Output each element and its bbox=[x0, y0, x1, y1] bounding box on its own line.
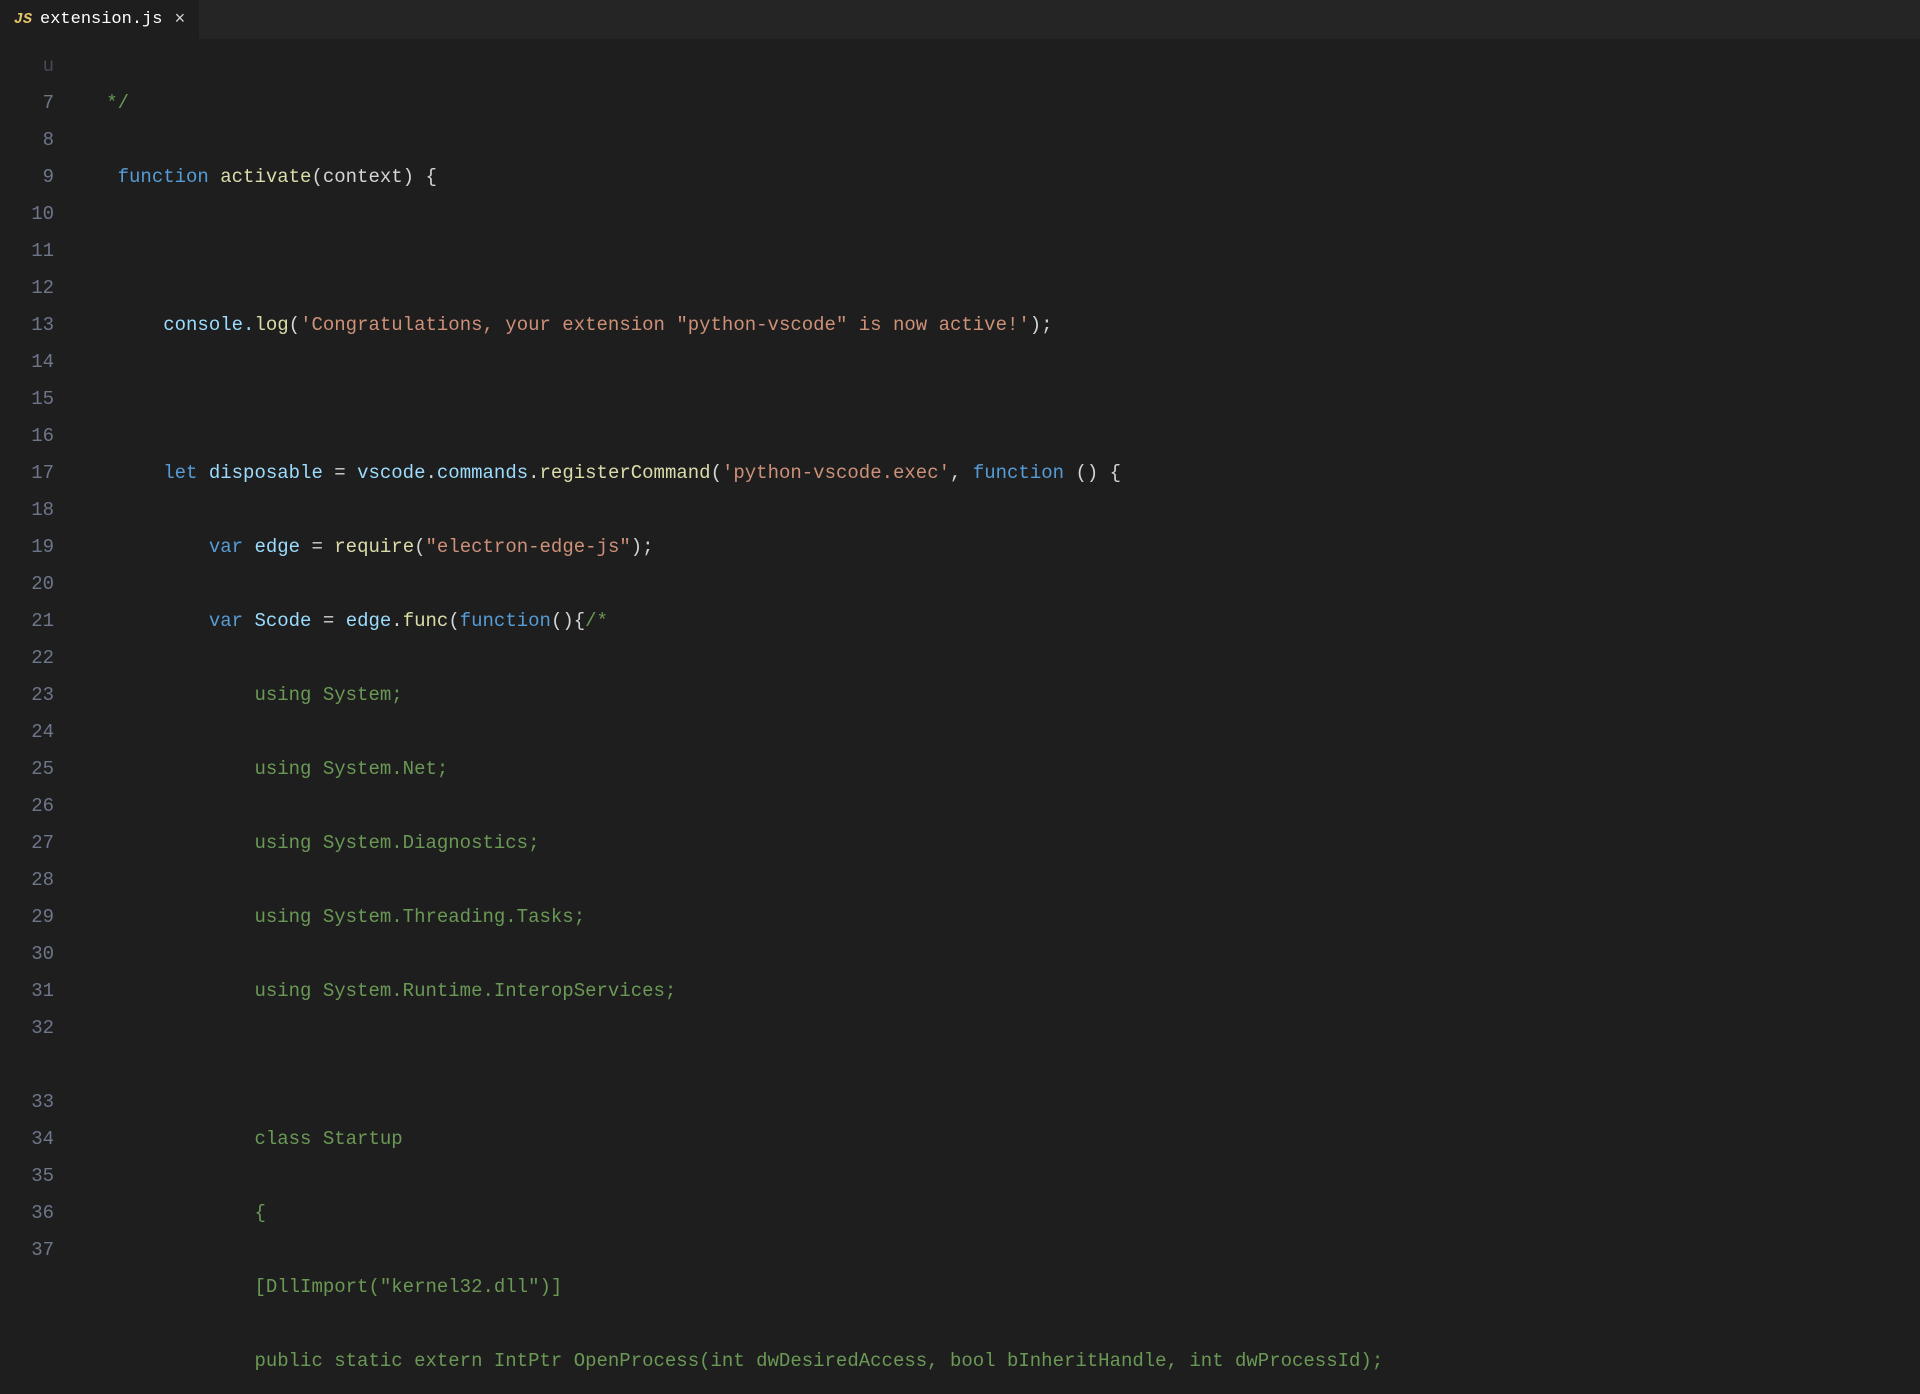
code-line: using System; bbox=[72, 677, 1920, 714]
line-number: 31 bbox=[0, 973, 54, 1010]
tab-filename: extension.js bbox=[40, 10, 162, 29]
code-line bbox=[72, 1047, 1920, 1084]
code-line: console.log('Congratulations, your exten… bbox=[72, 307, 1920, 344]
code-line: var edge = require("electron-edge-js"); bbox=[72, 529, 1920, 566]
code-line: { bbox=[72, 1195, 1920, 1232]
code-line: using System.Diagnostics; bbox=[72, 825, 1920, 862]
line-number: 16 bbox=[0, 418, 54, 455]
javascript-file-icon: JS bbox=[14, 11, 32, 28]
code-line: function activate(context) { bbox=[72, 159, 1920, 196]
line-number: 26 bbox=[0, 788, 54, 825]
code-line: class Startup bbox=[72, 1121, 1920, 1158]
line-number: 12 bbox=[0, 270, 54, 307]
line-number: 17 bbox=[0, 455, 54, 492]
line-number-gutter: u 7 8 9 10 11 12 13 14 15 16 17 18 19 20… bbox=[0, 40, 72, 1394]
line-number: 34 bbox=[0, 1121, 54, 1158]
line-number: 19 bbox=[0, 529, 54, 566]
line-number: 35 bbox=[0, 1158, 54, 1195]
line-number: 22 bbox=[0, 640, 54, 677]
code-line bbox=[72, 381, 1920, 418]
code-line: [DllImport("kernel32.dll")] bbox=[72, 1269, 1920, 1306]
line-number: 24 bbox=[0, 714, 54, 751]
line-number: 13 bbox=[0, 307, 54, 344]
line-number: 8 bbox=[0, 122, 54, 159]
line-number: 20 bbox=[0, 566, 54, 603]
line-number: 28 bbox=[0, 862, 54, 899]
line-number: 25 bbox=[0, 751, 54, 788]
line-number: 37 bbox=[0, 1232, 54, 1269]
line-number: 7 bbox=[0, 85, 54, 122]
code-line: var Scode = edge.func(function(){/* bbox=[72, 603, 1920, 640]
line-number: 10 bbox=[0, 196, 54, 233]
code-editor[interactable]: u 7 8 9 10 11 12 13 14 15 16 17 18 19 20… bbox=[0, 40, 1920, 1394]
line-number: u bbox=[0, 48, 54, 85]
code-line: using System.Threading.Tasks; bbox=[72, 899, 1920, 936]
code-area[interactable]: */ function activate(context) { console.… bbox=[72, 40, 1920, 1394]
line-number: 14 bbox=[0, 344, 54, 381]
line-number: 33 bbox=[0, 1084, 54, 1121]
tab-bar: JS extension.js × bbox=[0, 0, 1920, 40]
line-number bbox=[0, 1047, 54, 1084]
line-number: 29 bbox=[0, 899, 54, 936]
line-number: 21 bbox=[0, 603, 54, 640]
line-number: 11 bbox=[0, 233, 54, 270]
line-number: 9 bbox=[0, 159, 54, 196]
line-number: 15 bbox=[0, 381, 54, 418]
line-number: 32 bbox=[0, 1010, 54, 1047]
code-line: public static extern IntPtr OpenProcess(… bbox=[72, 1343, 1920, 1380]
code-line: using System.Net; bbox=[72, 751, 1920, 788]
tab-extension-js[interactable]: JS extension.js × bbox=[0, 0, 200, 39]
code-line: using System.Runtime.InteropServices; bbox=[72, 973, 1920, 1010]
code-line: let disposable = vscode.commands.registe… bbox=[72, 455, 1920, 492]
code-line bbox=[72, 233, 1920, 270]
line-number: 23 bbox=[0, 677, 54, 714]
code-line: */ bbox=[72, 85, 1920, 122]
line-number: 27 bbox=[0, 825, 54, 862]
close-icon[interactable]: × bbox=[174, 10, 185, 30]
line-number: 36 bbox=[0, 1195, 54, 1232]
line-number: 18 bbox=[0, 492, 54, 529]
line-number: 30 bbox=[0, 936, 54, 973]
